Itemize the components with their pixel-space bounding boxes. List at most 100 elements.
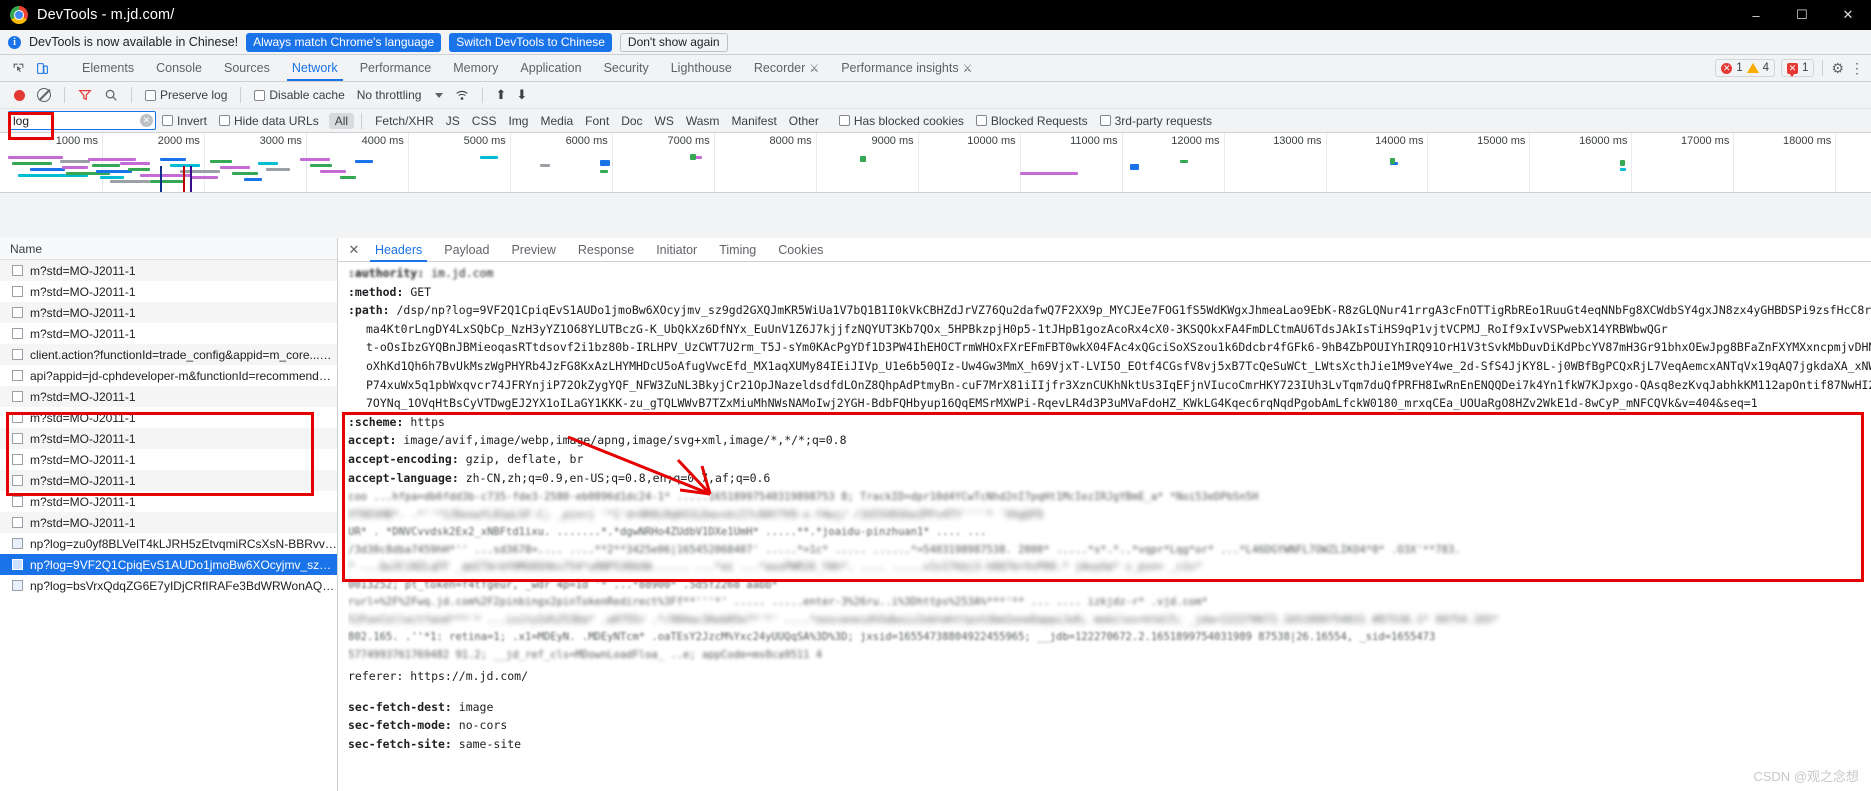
filter-type-other[interactable]: Other [783, 113, 825, 129]
always-match-language-button[interactable]: Always match Chrome's language [246, 32, 442, 52]
preserve-log-checkbox[interactable]: Preserve log [139, 88, 233, 102]
tab-performance[interactable]: Performance [349, 55, 443, 81]
tab-performance-insights[interactable]: Performance insights ⚔ [830, 55, 983, 81]
tab-cookies[interactable]: Cookies [767, 238, 834, 262]
preserve-log-label: Preserve log [160, 88, 228, 102]
tab-elements[interactable]: Elements [71, 55, 145, 81]
devtools-tabbar: Elements Console Sources Network Perform… [0, 55, 1871, 82]
switch-to-chinese-button[interactable]: Switch DevTools to Chinese [449, 32, 612, 52]
table-row[interactable]: m?std=MO-J2011-1 [0, 512, 337, 533]
search-button[interactable] [98, 88, 124, 102]
tab-security[interactable]: Security [593, 55, 660, 81]
invert-checkbox[interactable]: Invert [156, 114, 213, 128]
timeline-request-bar [210, 160, 232, 163]
tab-network[interactable]: Network [281, 55, 349, 81]
clear-filter-icon[interactable]: ✕ [140, 114, 153, 127]
gear-icon[interactable]: ⚙ [1831, 60, 1844, 77]
tab-application[interactable]: Application [509, 55, 592, 81]
timeline-request-bar [60, 160, 90, 163]
filter-type-wasm[interactable]: Wasm [680, 113, 726, 129]
table-row[interactable]: np?log=bsVrxQdqZG6E7yIDjCRfIRAFe3BdWRWon… [0, 575, 337, 596]
has-blocked-cookies-checkbox[interactable]: Has blocked cookies [833, 114, 970, 128]
kebab-menu-icon[interactable]: ⋮ [1850, 60, 1865, 77]
issues-counter[interactable]: ✕ 1 [1781, 59, 1815, 77]
record-button[interactable] [8, 89, 31, 101]
maximize-button[interactable]: ☐ [1779, 0, 1825, 30]
toolbar-divider [240, 87, 242, 103]
third-party-requests-checkbox[interactable]: 3rd-party requests [1094, 114, 1218, 128]
throttling-select[interactable]: No throttling [351, 88, 450, 102]
network-overview-timeline[interactable]: 1000 ms 2000 ms 3000 ms 4000 ms 5000 ms 6000 … [0, 133, 1871, 193]
tab-console[interactable]: Console [145, 55, 213, 81]
request-name: m?std=MO-J2011-1 [30, 305, 136, 320]
table-row[interactable]: api?appid=jd-cphdeveloper-m&functionId=r… [0, 365, 337, 386]
tab-initiator[interactable]: Initiator [645, 238, 708, 262]
table-row[interactable]: m?std=MO-J2011-1 [0, 428, 337, 449]
close-button[interactable]: ✕ [1825, 0, 1871, 30]
request-name: m?std=MO-J2011-1 [30, 410, 136, 425]
table-row[interactable]: client.action?functionId=trade_config&ap… [0, 344, 337, 365]
table-row[interactable]: m?std=MO-J2011-1 [0, 260, 337, 281]
table-row[interactable]: m?std=MO-J2011-1 [0, 302, 337, 323]
filter-type-ws[interactable]: WS [649, 113, 680, 129]
timeline-request-bar [690, 154, 696, 160]
disable-cache-checkbox[interactable]: Disable cache [248, 88, 350, 102]
checkbox-icon [12, 412, 23, 423]
has-blocked-cookies-label: Has blocked cookies [853, 113, 964, 128]
tab-timing[interactable]: Timing [708, 238, 767, 262]
tab-recorder[interactable]: Recorder ⚔ [743, 55, 830, 81]
request-name: m?std=MO-J2011-1 [30, 515, 136, 530]
table-row[interactable]: m?std=MO-J2011-1 [0, 407, 337, 428]
inspect-element-icon[interactable] [8, 58, 28, 78]
tab-payload[interactable]: Payload [433, 238, 500, 262]
filter-type-js[interactable]: JS [440, 113, 466, 129]
blocked-requests-checkbox[interactable]: Blocked Requests [970, 114, 1094, 128]
tab-headers[interactable]: Headers [364, 238, 433, 262]
tab-response[interactable]: Response [567, 238, 645, 262]
hide-data-urls-checkbox[interactable]: Hide data URLs [213, 114, 325, 128]
minimize-button[interactable]: – [1733, 0, 1779, 30]
request-list-header[interactable]: Name [0, 238, 337, 260]
filter-type-all[interactable]: All [328, 112, 355, 129]
table-row[interactable]: m?std=MO-J2011-1 [0, 386, 337, 407]
table-row[interactable]: m?std=MO-J2011-1 [0, 323, 337, 344]
filter-type-img[interactable]: Img [502, 113, 534, 129]
filter-input[interactable] [8, 111, 156, 130]
filter-button[interactable] [72, 88, 98, 102]
header-line: sec-fetch-dest: image [348, 698, 1871, 717]
checkbox-icon [12, 496, 23, 507]
clear-button[interactable] [31, 88, 57, 102]
tab-lighthouse[interactable]: Lighthouse [660, 55, 743, 81]
filter-type-manifest[interactable]: Manifest [725, 113, 782, 129]
table-row[interactable]: np?log=9VF2Q1CpiqEvS1AUDo1jmoBw6XOcyjmv_… [0, 554, 337, 575]
device-toolbar-icon[interactable] [32, 58, 52, 78]
network-conditions-button[interactable] [449, 88, 475, 102]
filter-type-doc[interactable]: Doc [615, 113, 648, 129]
filter-type-font[interactable]: Font [579, 113, 615, 129]
table-row[interactable]: m?std=MO-J2011-1 [0, 281, 337, 302]
tab-memory[interactable]: Memory [442, 55, 509, 81]
filter-type-fetchxhr[interactable]: Fetch/XHR [369, 113, 440, 129]
dont-show-again-button[interactable]: Don't show again [619, 32, 728, 52]
table-row[interactable]: m?std=MO-J2011-1 [0, 470, 337, 491]
record-button-icon [14, 89, 25, 101]
close-panel-icon[interactable]: ✕ [344, 242, 364, 258]
filter-type-css[interactable]: CSS [466, 113, 503, 129]
tabbar-tabs: Elements Console Sources Network Perform… [71, 55, 983, 81]
import-har-icon[interactable]: ⬆ [490, 87, 511, 103]
tab-sources[interactable]: Sources [213, 55, 281, 81]
header-key: accept-language: [348, 470, 459, 485]
table-row[interactable]: m?std=MO-J2011-1 [0, 449, 337, 470]
checkbox-icon [254, 89, 266, 101]
header-line: :method: GET [348, 283, 1871, 302]
checkbox-icon [12, 265, 23, 276]
export-har-icon[interactable]: ⬇ [511, 87, 532, 103]
filter-type-media[interactable]: Media [534, 113, 579, 129]
tab-preview[interactable]: Preview [500, 238, 566, 262]
tab-label: Security [603, 61, 649, 75]
column-header-name: Name [10, 241, 43, 256]
table-row[interactable]: np?log=zu0yf8BLVelT4kLJRH5zEtvqmiRCsXsN-… [0, 533, 337, 554]
console-counters[interactable]: ✕ 1 4 [1715, 59, 1776, 77]
third-party-label: 3rd-party requests [1114, 113, 1212, 128]
table-row[interactable]: m?std=MO-J2011-1 [0, 491, 337, 512]
